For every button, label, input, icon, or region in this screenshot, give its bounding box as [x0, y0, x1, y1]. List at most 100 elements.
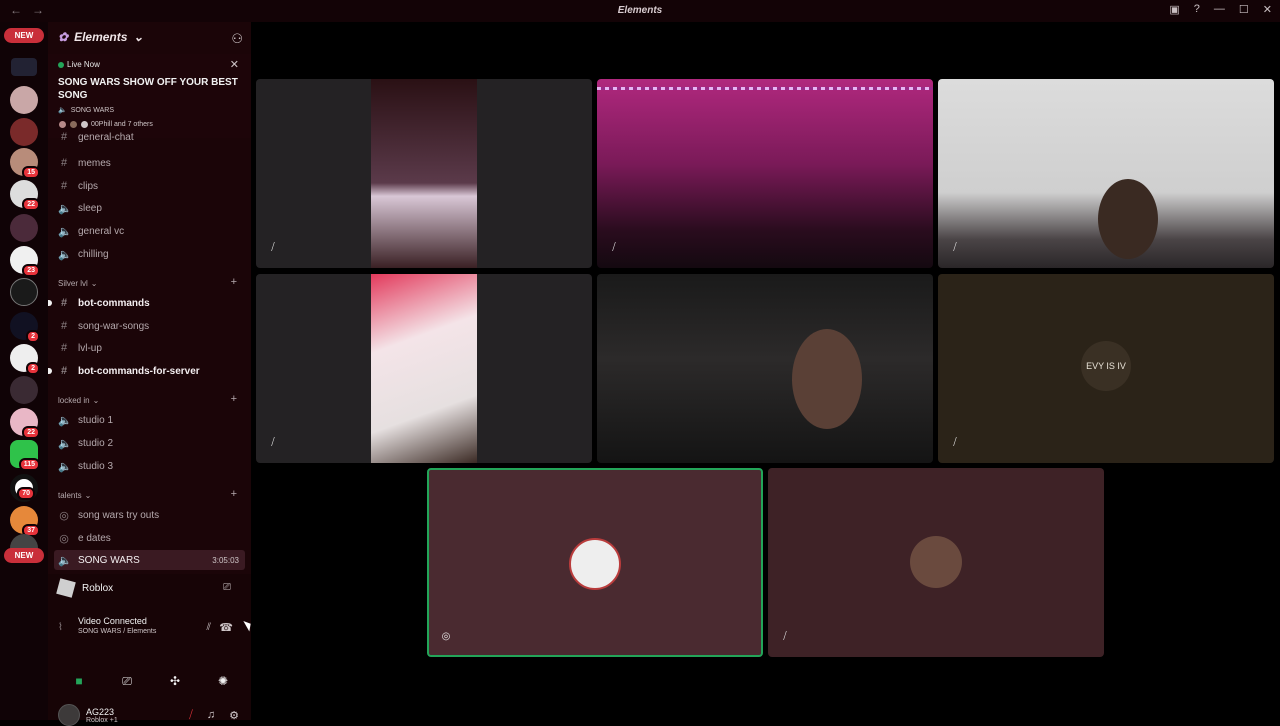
add-channel-icon[interactable]: + [231, 393, 237, 405]
video-tile[interactable] [597, 274, 933, 463]
new-badge[interactable]: NEW [4, 28, 44, 43]
minimize-icon[interactable]: — [1214, 3, 1225, 16]
activities-icon[interactable]: ✣ [152, 670, 198, 692]
username: AG223 [86, 706, 115, 717]
live-status: Live Now [58, 60, 100, 69]
channel-sleep[interactable]: 🔈 sleep [54, 198, 245, 218]
mic-muted-icon: ⧸ [953, 242, 957, 253]
server-icon[interactable]: 15 [10, 148, 40, 179]
title-bar: ← → Elements ▣ ? — ☐ ✕ [0, 0, 1280, 22]
video-tile[interactable]: EVY IS IV ⧸ [938, 274, 1274, 463]
add-channel-icon[interactable]: + [231, 276, 237, 288]
mic-muted-icon: ⧸ [271, 242, 275, 253]
mic-muted-icon: ⧸ [271, 437, 275, 448]
hash-icon: # [60, 132, 68, 142]
server-icon[interactable] [10, 278, 38, 306]
live-title: SONG WARS SHOW OFF YOUR BEST SONG [58, 77, 238, 101]
video-tile[interactable]: ⧸ [938, 79, 1274, 268]
user-controls: ⧸ ♫ ⚙ [189, 709, 239, 722]
category-locked-in[interactable]: locked in ⌄ [58, 396, 99, 405]
unread-indicator [48, 368, 52, 374]
chevron-down-icon: ⌄ [133, 30, 144, 44]
help-icon[interactable]: ? [1194, 3, 1200, 16]
channel-clips[interactable]: # clips [54, 176, 245, 196]
channel-bot-commands[interactable]: # bot-commands [54, 293, 245, 313]
server-icon[interactable] [11, 58, 37, 76]
profile-avatar [569, 538, 621, 590]
channel-bot-commands-for-server[interactable]: # bot-commands-for-server [54, 361, 245, 381]
video-tile[interactable]: ⧸ [597, 79, 933, 268]
channel-general-chat[interactable]: # general-chat [54, 132, 245, 142]
video-tile[interactable]: ⧸ [256, 274, 592, 463]
channel-studio-3[interactable]: 🔈 studio 3 [54, 456, 245, 476]
channel-studio-2[interactable]: 🔈 studio 2 [54, 433, 245, 453]
live-participants: 00Phill and 7 others [58, 120, 153, 129]
inbox-icon[interactable]: ▣ [1169, 3, 1179, 16]
server-icon[interactable]: 70 [10, 474, 38, 502]
server-icon[interactable]: 22 [10, 408, 40, 439]
window-title: Elements [617, 5, 663, 16]
noise-suppression-icon[interactable]: ⫽ [207, 622, 211, 633]
new-badge[interactable]: NEW [4, 548, 44, 563]
guild-header[interactable]: ✿ Elements ⌄ [58, 30, 143, 44]
mic-muted-icon[interactable]: ⧸ [189, 709, 193, 722]
add-channel-icon[interactable]: + [231, 488, 237, 500]
channel-song-wars[interactable]: 🔈 SONG WARS 3:05:03 [54, 550, 245, 570]
server-icon[interactable] [10, 118, 38, 146]
user-info[interactable]: AG223 Roblox +1 [58, 704, 118, 726]
soundboard-icon[interactable]: ✺ [200, 670, 246, 692]
hash-icon: # [60, 342, 68, 354]
category-talents[interactable]: talents ⌄ [58, 491, 91, 500]
camera-icon[interactable]: ■ [56, 670, 102, 692]
channel-memes[interactable]: # memes [54, 153, 245, 173]
profile-avatar: EVY IS IV [1081, 341, 1131, 391]
channel-song-war-songs[interactable]: # song-war-songs [54, 316, 245, 336]
connection-signal-icon[interactable]: ⌇ [58, 622, 63, 633]
voice-actions: ■ ⎚ ✣ ✺ [56, 670, 246, 692]
activity-roblox[interactable]: Roblox [56, 578, 113, 598]
video-tile[interactable]: ⧸ [768, 468, 1104, 657]
live-stage-banner[interactable]: Live Now ✕ SONG WARS SHOW OFF YOUR BEST … [48, 54, 251, 138]
server-icon[interactable] [10, 86, 38, 114]
server-icon[interactable]: 115 [10, 440, 40, 471]
channel-e-dates[interactable]: ◎ e dates [54, 528, 245, 548]
live-channel: 🔈 SONG WARS [58, 106, 115, 115]
speaker-icon: 🔈 [58, 225, 72, 238]
channel-studio-1[interactable]: 🔈 studio 1 [54, 410, 245, 430]
share-screen-icon[interactable]: ⎚ [104, 670, 150, 692]
disconnect-icon[interactable]: ☎ [219, 621, 233, 634]
channel-lvl-up[interactable]: # lvl-up [54, 338, 245, 358]
server-icon[interactable]: 23 [10, 246, 40, 277]
server-icon[interactable]: 2 [10, 312, 40, 343]
voice-status: Video Connected SONG WARS / Elements [78, 616, 157, 635]
server-icon[interactable] [10, 376, 38, 404]
server-icon[interactable] [10, 214, 38, 242]
maximize-icon[interactable]: ☐ [1239, 3, 1249, 16]
guild-emblem-icon: ✿ [58, 30, 69, 44]
webcam-feed [371, 79, 477, 268]
webcam-feed [792, 329, 862, 429]
mention-badge: 115 [18, 458, 40, 471]
webcam-feed [1098, 179, 1158, 259]
server-list: NEW 15 22 23 2 2 22 115 70 37 NEW [0, 22, 48, 720]
channel-chilling[interactable]: 🔈 chilling [54, 244, 245, 264]
close-window-icon[interactable]: ✕ [1263, 3, 1272, 16]
server-icon[interactable]: 2 [10, 344, 40, 375]
server-icon[interactable]: 37 [10, 506, 40, 537]
video-tile-speaking[interactable]: ◎ [427, 468, 763, 657]
channel-song-wars-try-outs[interactable]: ◎ song wars try outs [54, 505, 245, 525]
headphones-icon[interactable]: ♫ [207, 709, 215, 722]
chevron-down-icon: ⌄ [92, 396, 100, 405]
close-icon[interactable]: ✕ [230, 58, 239, 71]
webcam-feed [371, 274, 477, 463]
invite-people-icon[interactable]: ⚇ [231, 31, 243, 47]
profile-avatar [910, 536, 962, 588]
screen-share-icon[interactable]: ⎚ [223, 582, 231, 593]
hash-icon: # [60, 365, 68, 377]
category-silver-lvl[interactable]: Silver lvl ⌄ [58, 279, 97, 288]
channel-general-vc[interactable]: 🔈 general vc [54, 221, 245, 241]
video-tile[interactable]: ⧸ [256, 79, 592, 268]
server-icon[interactable]: 22 [10, 180, 40, 211]
settings-gear-icon[interactable]: ⚙ [229, 709, 239, 722]
mention-badge: 70 [17, 487, 35, 500]
